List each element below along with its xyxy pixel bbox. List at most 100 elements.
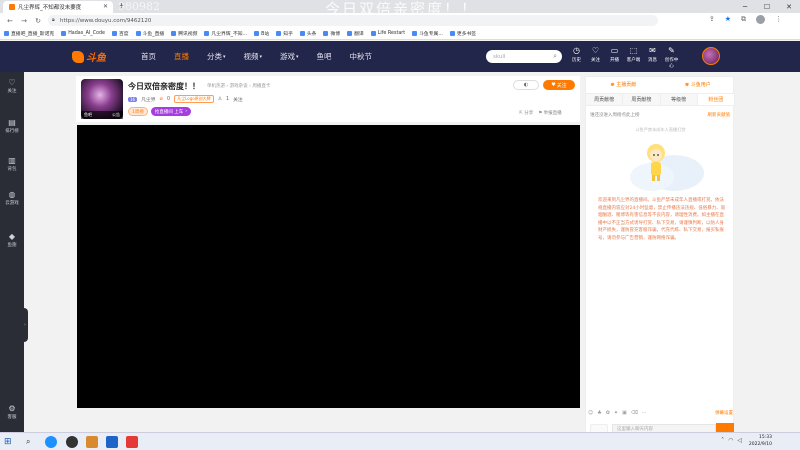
header-client-button[interactable]: ⬚ 客户端	[625, 45, 642, 69]
chrome-icon[interactable]	[66, 436, 78, 448]
weekly-rank-badge[interactable]: 1周榜	[128, 107, 148, 116]
sidebar-item[interactable]: ◍ 云游戏	[0, 190, 24, 206]
sidebar-expand-handle[interactable]: ›	[22, 308, 28, 342]
nav-item[interactable]: 首页	[132, 41, 165, 72]
chevron-up-icon[interactable]: ˄	[721, 437, 724, 444]
url-field[interactable]: 🔒︎ https://www.douyu.com/9462120	[48, 15, 658, 26]
bookmark-favicon-icon	[135, 31, 141, 36]
nav-item[interactable]: 分类 ▾	[198, 41, 235, 72]
bookmark-item[interactable]: 翻译	[347, 30, 364, 37]
douyu-logo[interactable]: 斗鱼	[72, 49, 106, 64]
fans-icon[interactable]: ♣	[597, 410, 601, 416]
nav-item[interactable]: 直播	[165, 41, 198, 72]
sidebar-item[interactable]: ◆ 鱼翅	[0, 232, 24, 248]
bookmark-item[interactable]: 凡尘界辉_不知...	[204, 30, 247, 37]
level-badge: 16	[128, 96, 138, 102]
volume-icon[interactable]: ◁	[737, 437, 742, 444]
bookmark-item[interactable]: 微博	[323, 30, 340, 37]
video-player[interactable]	[77, 125, 580, 408]
profile-avatar[interactable]	[756, 15, 765, 24]
bookmark-star-icon[interactable]: ★	[725, 15, 731, 24]
share-page-icon[interactable]: ⇪	[709, 15, 715, 24]
breadcrumb[interactable]: 单机热游 › 游戏杂谈 › 周播直卡	[207, 83, 270, 89]
sidebar-item[interactable]: ⚙ 客服	[0, 404, 24, 420]
search-icon[interactable]: ⌕	[553, 52, 557, 61]
bookmark-item[interactable]: 斗鱼专属...	[412, 30, 443, 37]
follow-button[interactable]: ♥ 关注	[543, 80, 575, 90]
clock[interactable]: 15:33 2022/9/10	[749, 435, 772, 448]
barrage-settings-link[interactable]: 弹幕设置	[715, 410, 733, 416]
bookmark-item[interactable]: 直播吧_直播_斯诺克	[4, 30, 54, 37]
header-message-button[interactable]: ✉ 消息	[644, 45, 661, 69]
user-avatar[interactable]	[702, 47, 720, 65]
browser-tab[interactable]: 凡尘界辉_不知都没未要度 ✕	[3, 1, 113, 13]
user-link[interactable]: ♚ 斗鱼用户	[685, 81, 711, 88]
panel-tab[interactable]: 周贡献榜	[623, 94, 661, 105]
image-icon[interactable]: ▣	[622, 410, 627, 416]
maximize-icon[interactable]: ☐	[756, 0, 778, 13]
sidebar-item[interactable]: ▤ 排行榜	[0, 118, 24, 134]
bookmark-item[interactable]: 百度	[112, 30, 129, 37]
bookmark-item[interactable]: 腾讯视频	[171, 30, 197, 37]
header-broadcast-button[interactable]: ▭ 开播	[606, 45, 623, 69]
share-link[interactable]: ⇱ 分享	[519, 110, 533, 116]
nav-item[interactable]: 中秋节	[341, 41, 382, 72]
search-taskbar-icon[interactable]: ⌕	[26, 436, 38, 448]
refresh-link[interactable]: 刷新贡献值	[708, 112, 731, 118]
follow-count-unit: 关注	[233, 97, 243, 103]
notice-tag[interactable]: 公告	[112, 112, 120, 118]
clear-icon[interactable]: ⌫	[631, 410, 638, 416]
header-icon-label: 创作中心	[664, 58, 679, 69]
more-icon[interactable]: ⋯	[642, 410, 647, 416]
edge-icon[interactable]	[45, 436, 57, 448]
sidebar-item[interactable]: ▥ 背包	[0, 156, 24, 172]
bookmark-item[interactable]: 更多书签	[449, 30, 476, 37]
header-history-button[interactable]: ◷ 历史	[568, 45, 585, 69]
panel-tab[interactable]: 周贡献榜	[586, 94, 624, 105]
fan-badge[interactable]: 凡尘Logo原创大牌	[174, 95, 214, 103]
theme-toggle-button[interactable]: ◐	[513, 80, 539, 90]
sidebar-item[interactable]: ♡ 关注	[0, 78, 24, 94]
bookmark-item[interactable]: Hadas_AI_Code	[61, 31, 105, 36]
barrage-icon[interactable]: ✦	[614, 410, 618, 416]
nav-item[interactable]: 游戏 ▾	[271, 41, 308, 72]
bookmark-item[interactable]: Life Restart	[370, 31, 405, 36]
panel-tab[interactable]: 粉丝团	[697, 94, 735, 105]
contribution-link[interactable]: ♚ 主播贡献	[610, 81, 636, 88]
gift-icon[interactable]: ✿	[606, 410, 610, 416]
bookmark-item[interactable]: 斗鱼_直播	[135, 30, 164, 37]
app-icon[interactable]	[106, 436, 118, 448]
search-input[interactable]: skull ⌕	[486, 50, 562, 63]
explorer-icon[interactable]	[86, 436, 98, 448]
douyu-app-icon[interactable]	[126, 436, 138, 448]
join-rank-text[interactable]: 谁还没进入周榜点此上榜	[590, 112, 640, 118]
extension-icon[interactable]: ⧉	[741, 15, 746, 24]
header-follow-button[interactable]: ♡ 关注	[587, 45, 604, 69]
bookmark-item[interactable]: 知乎	[276, 30, 293, 37]
user-label: 斗鱼用户	[690, 82, 711, 88]
back-icon[interactable]: ←	[6, 17, 14, 25]
bookmark-item[interactable]: B站	[254, 30, 269, 37]
streamer-avatar[interactable]: 鱼吧 公告	[81, 79, 123, 119]
menu-icon[interactable]: ⋮	[775, 15, 782, 24]
wifi-icon[interactable]: ◠	[728, 437, 733, 444]
emoji-icon[interactable]: ☺	[588, 410, 593, 416]
nav-item[interactable]: 鱼吧	[308, 41, 341, 72]
forward-icon[interactable]: →	[20, 17, 28, 25]
windows-start-icon[interactable]: ⊞	[4, 436, 16, 448]
minimize-icon[interactable]: ─	[734, 0, 756, 13]
panel-tab[interactable]: 等级榜	[661, 94, 698, 105]
join-room-badge[interactable]: 抢直播间 上车 ›	[150, 107, 192, 116]
report-link[interactable]: ⚑ 举报直播	[538, 110, 561, 116]
reload-icon[interactable]: ↻	[34, 17, 42, 25]
bookmark-item[interactable]: 头条	[299, 30, 316, 37]
fishbar-tag[interactable]: 鱼吧	[84, 112, 92, 118]
nav-item[interactable]: 视频 ▾	[235, 41, 272, 72]
header-creator-button[interactable]: ✎ 创作中心	[663, 45, 680, 69]
close-window-icon[interactable]: ✕	[778, 0, 800, 13]
bookmark-label: 直播吧_直播_斯诺克	[11, 32, 55, 37]
history-icon: ◷	[573, 46, 580, 55]
douyu-favicon-icon	[9, 4, 15, 10]
tab-close-icon[interactable]: ✕	[103, 3, 108, 10]
streamer-name[interactable]: 凡尘界	[141, 96, 155, 103]
